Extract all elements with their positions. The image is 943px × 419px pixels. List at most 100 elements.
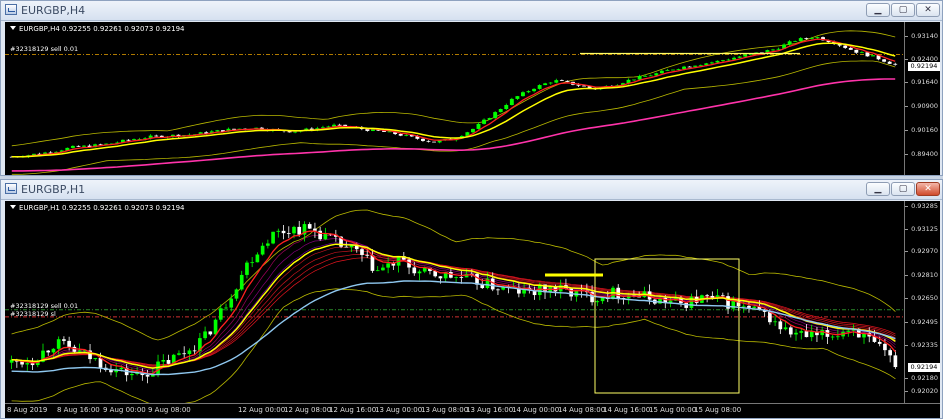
candle-body bbox=[76, 145, 81, 147]
candle-body bbox=[166, 360, 171, 364]
candle-body bbox=[404, 134, 409, 136]
time-axis-h1[interactable]: 8 Aug 2019 8 Aug 16:00 9 Aug 00:00 9 Aug… bbox=[5, 403, 940, 418]
candle-body bbox=[360, 249, 364, 255]
title-bar-h1[interactable]: EURGBP,H1 ▁ ▢ ✕ bbox=[1, 180, 942, 200]
h1-plot-area bbox=[5, 209, 904, 406]
candle-body bbox=[865, 52, 870, 57]
price-label: 0.92495 bbox=[905, 318, 938, 326]
candle-body bbox=[126, 139, 131, 141]
price-chart-h4[interactable]: EURGBP,H4 0.92255 0.92261 0.92073 0.9219… bbox=[5, 22, 940, 175]
candle-body bbox=[498, 109, 503, 113]
symbol-header-text-h4: EURGBP,H4 0.92255 0.92261 0.92073 0.9219… bbox=[19, 25, 185, 33]
collapse-triangle-icon bbox=[10, 26, 16, 30]
candle-body bbox=[559, 80, 564, 81]
price-label: 0.90900 bbox=[905, 102, 938, 110]
price-label: 0.92810 bbox=[905, 271, 938, 279]
candle-body bbox=[471, 128, 475, 133]
candle-body bbox=[51, 348, 56, 353]
candle-body bbox=[848, 47, 853, 50]
candle-body bbox=[698, 64, 703, 66]
candle-body bbox=[422, 267, 427, 272]
candle-body bbox=[836, 336, 840, 338]
price-label: 0.92020 bbox=[905, 387, 938, 395]
price-chart-h1[interactable]: EURGBP,H1 0.92255 0.92261 0.92073 0.9219… bbox=[5, 201, 940, 418]
candle-body bbox=[490, 278, 495, 290]
long-moving-average-line bbox=[11, 78, 896, 172]
window-eurgbp-h4: EURGBP,H4 ▁ ▢ ✕ EURGBP,H4 0.92255 0.9226… bbox=[0, 0, 943, 176]
time-label: 15 Aug 08:00 bbox=[694, 406, 742, 414]
candle-body bbox=[788, 327, 793, 335]
time-label: 15 Aug 00:00 bbox=[649, 406, 697, 414]
candle-body bbox=[595, 301, 600, 303]
candle-body bbox=[893, 63, 898, 65]
symbol-header-text-h1: EURGBP,H1 0.92255 0.92261 0.92073 0.9219… bbox=[19, 204, 185, 212]
candle-body bbox=[687, 66, 692, 68]
candle-body bbox=[398, 134, 403, 136]
candle-body bbox=[715, 60, 720, 63]
candle-body bbox=[412, 267, 417, 274]
candle-body bbox=[93, 358, 98, 360]
window-title-h4: EURGBP,H4 bbox=[21, 4, 86, 17]
candle-body bbox=[537, 85, 542, 89]
candle-body bbox=[809, 38, 814, 39]
candle-body bbox=[565, 80, 570, 82]
candle-body bbox=[154, 135, 159, 137]
title-bar-h4[interactable]: EURGBP,H4 ▁ ▢ ✕ bbox=[1, 1, 942, 21]
chart-window-icon bbox=[5, 183, 17, 194]
candle-body bbox=[737, 56, 742, 58]
collapse-triangle-icon bbox=[10, 205, 16, 209]
candle-body bbox=[482, 119, 487, 124]
candle-body bbox=[297, 226, 302, 235]
candle-body bbox=[132, 139, 136, 141]
candle-body bbox=[245, 262, 249, 275]
price-label: 0.92335 bbox=[905, 341, 938, 349]
close-button-h4[interactable]: ✕ bbox=[916, 3, 940, 17]
candle-body bbox=[370, 255, 375, 271]
candle-body bbox=[476, 123, 481, 129]
price-axis-h4[interactable]: 0.93140 0.92400 0.92194 0.91640 0.90900 … bbox=[904, 22, 940, 175]
candle-body bbox=[281, 230, 286, 234]
candle-body bbox=[632, 79, 637, 81]
candle-body bbox=[459, 276, 464, 278]
candle-body bbox=[684, 302, 689, 308]
price-axis-h1[interactable]: 0.93285 0.93125 0.92970 0.92810 0.92650 … bbox=[904, 201, 940, 404]
close-button-h1[interactable]: ✕ bbox=[916, 182, 940, 196]
candle-body bbox=[846, 330, 851, 332]
maximize-button-h4[interactable]: ▢ bbox=[891, 3, 915, 17]
candle-body bbox=[224, 307, 228, 309]
candle-body bbox=[883, 343, 887, 351]
candle-body bbox=[809, 331, 814, 338]
candle-body bbox=[710, 295, 715, 298]
candle-body bbox=[705, 295, 709, 297]
candle-body bbox=[337, 124, 342, 126]
candle-body bbox=[56, 339, 61, 349]
candle-body bbox=[798, 38, 803, 42]
candle-body bbox=[859, 52, 864, 54]
candle-body bbox=[854, 49, 859, 53]
candle-body bbox=[799, 331, 804, 333]
candle-body bbox=[787, 41, 792, 45]
candle-body bbox=[318, 230, 322, 240]
minimize-button-h4[interactable]: ▁ bbox=[866, 3, 890, 17]
candle-body bbox=[521, 92, 525, 97]
candle-body bbox=[752, 306, 757, 308]
candle-body bbox=[771, 49, 775, 51]
price-label: 0.93125 bbox=[905, 225, 938, 233]
time-label: 13 Aug 16:00 bbox=[466, 406, 514, 414]
symbol-header-h1: EURGBP,H1 0.92255 0.92261 0.92073 0.9219… bbox=[10, 204, 185, 212]
candle-body bbox=[77, 350, 82, 352]
price-label: 0.89400 bbox=[905, 150, 938, 158]
candle-body bbox=[177, 353, 181, 355]
candle-body bbox=[67, 340, 71, 347]
candle-body bbox=[417, 271, 422, 274]
maximize-button-h1[interactable]: ▢ bbox=[891, 182, 915, 196]
minimize-button-h1[interactable]: ▁ bbox=[866, 182, 890, 196]
candle-body bbox=[271, 231, 275, 244]
candle-body bbox=[554, 80, 559, 83]
candle-body bbox=[145, 375, 150, 377]
candle-body bbox=[648, 75, 653, 77]
symbol-header-h4: EURGBP,H4 0.92255 0.92261 0.92073 0.9219… bbox=[10, 25, 185, 33]
time-label: 13 Aug 08:00 bbox=[421, 406, 469, 414]
candle-body bbox=[70, 145, 75, 148]
candle-body bbox=[637, 75, 642, 80]
